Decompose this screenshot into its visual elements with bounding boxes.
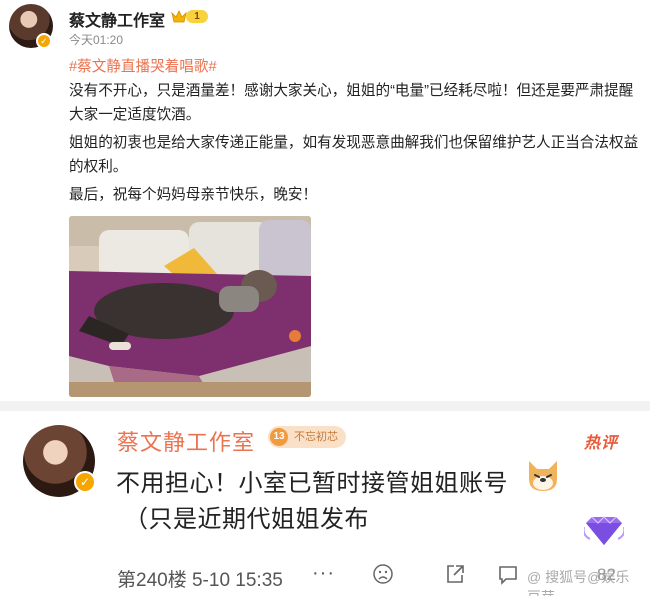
section-divider bbox=[0, 401, 650, 411]
weibo-post: ✓ 蔡文静工作室 1 今天01:20 #蔡文静直播哭着唱歌# 没有不开心，只是酒… bbox=[0, 0, 650, 401]
repost-icon[interactable] bbox=[444, 563, 466, 585]
comment-icon[interactable] bbox=[497, 563, 519, 585]
vip-badge[interactable]: 1 bbox=[171, 9, 209, 24]
fan-badge-level: 13 bbox=[270, 428, 288, 446]
vip-level: 1 bbox=[186, 10, 208, 23]
post-paragraph-1: 没有不开心，只是酒量差！感谢大家关心，姐姐的“电量”已经耗尽啦！但还是要严肃提醒… bbox=[69, 83, 634, 123]
verify-icon: ✓ bbox=[74, 471, 96, 493]
verify-icon: ✓ bbox=[36, 33, 52, 49]
comment-footer: 第240楼 5-10 15:35 ··· @ 搜狐号@娱乐豆芽 82 bbox=[117, 562, 637, 596]
comment-text-line-2: （只是近期代姐姐发布 bbox=[124, 506, 369, 533]
post-paragraph-3: 最后，祝每个妈妈母亲节快乐，晚安！ bbox=[69, 187, 318, 203]
dog-emoji-icon bbox=[529, 461, 557, 491]
sad-face-icon[interactable] bbox=[372, 563, 394, 585]
fan-badge-text: 不忘初芯 bbox=[294, 431, 338, 443]
comment-floor-date: 第240楼 5-10 15:35 bbox=[117, 570, 283, 591]
like-count: 82 bbox=[597, 565, 616, 584]
post-photo[interactable] bbox=[69, 216, 311, 397]
post-body: #蔡文静直播哭着唱歌# 没有不开心，只是酒量差！感谢大家关心，姐姐的“电量”已经… bbox=[69, 55, 641, 207]
hashtag-link[interactable]: #蔡文静直播哭着唱歌# bbox=[69, 59, 217, 75]
more-options-button[interactable]: ··· bbox=[312, 562, 335, 585]
post-time: 今天01:20 bbox=[69, 33, 124, 47]
gem-icon bbox=[584, 516, 624, 545]
post-author-name[interactable]: 蔡文静工作室 bbox=[69, 7, 165, 31]
post-paragraph-2: 姐姐的初衷也是给大家传递正能量，如有发现恶意曲解我们也保留维护艺人正当合法权益的… bbox=[69, 135, 639, 175]
hot-comment-badge: 热评 bbox=[584, 435, 619, 452]
hot-comment: ✓ 蔡文静工作室 13 不忘初芯 热评 不用担心！小室已暂时接管姐姐账号 （只是… bbox=[0, 411, 650, 596]
crown-icon bbox=[171, 10, 187, 23]
fan-badge[interactable]: 13 不忘初芯 bbox=[268, 426, 346, 448]
comment-text-line-1: 不用担心！小室已暂时接管姐姐账号 bbox=[116, 470, 508, 497]
watermark: @ 搜狐号@娱乐豆芽 bbox=[527, 569, 630, 596]
comment-author-name[interactable]: 蔡文静工作室 bbox=[117, 425, 255, 457]
